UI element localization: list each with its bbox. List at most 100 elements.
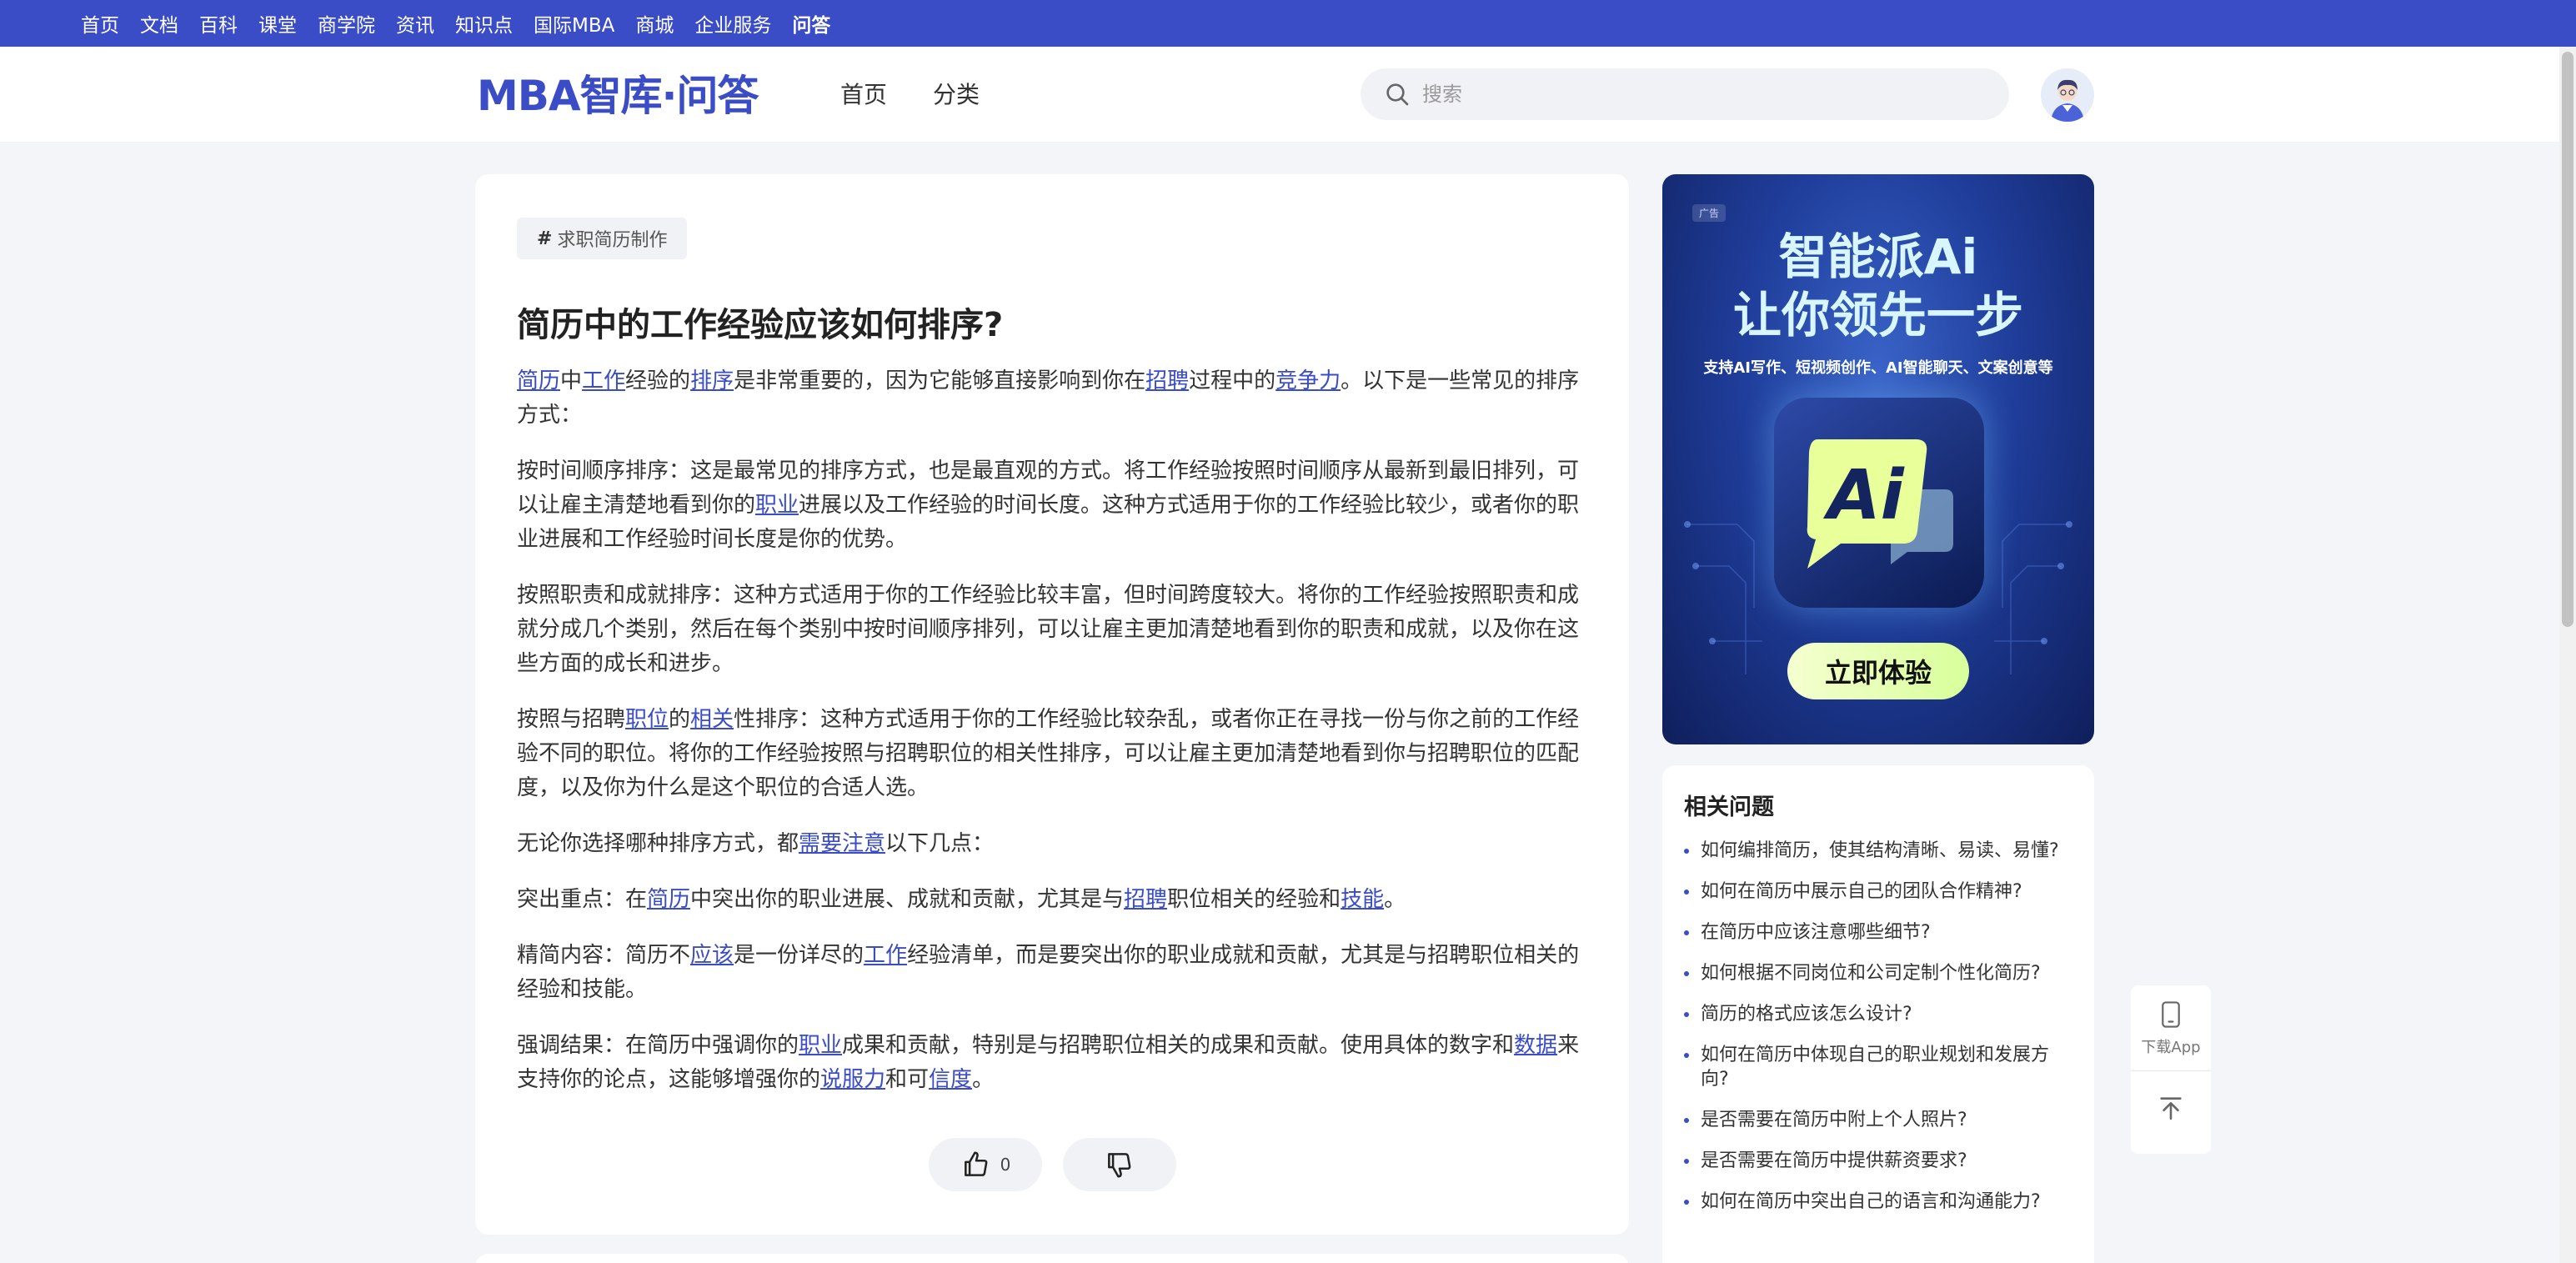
- back-to-top-button[interactable]: [2131, 1094, 2211, 1125]
- keyword-link[interactable]: 简历: [647, 887, 690, 912]
- top-nav-item[interactable]: 问答: [792, 9, 830, 38]
- related-question-link[interactable]: 如何在简历中展示自己的团队合作精神?: [1684, 880, 2067, 904]
- thumbs-down-icon: [1108, 1153, 1131, 1178]
- nav-category-link[interactable]: 分类: [933, 77, 980, 110]
- top-nav-item[interactable]: 商城: [635, 9, 674, 38]
- scrollbar-thumb[interactable]: [2562, 52, 2573, 627]
- keyword-link[interactable]: 数据: [1514, 1033, 1557, 1058]
- ad-subtitle: 支持AI写作、短视频创作、AI智能聊天、文案创意等: [1703, 359, 2053, 377]
- arrow-up-to-top-icon: [2160, 1097, 2182, 1120]
- search-box[interactable]: [1361, 68, 2009, 120]
- related-question-link[interactable]: 在简历中应该注意哪些细节?: [1684, 920, 2067, 945]
- keyword-link[interactable]: 职业: [799, 1033, 842, 1058]
- top-site-nav: 首页 文档 百科 课堂 商学院 资讯 知识点 国际MBA 商城 企业服务 问答: [81, 0, 851, 47]
- user-avatar[interactable]: [2041, 68, 2094, 122]
- question-tag[interactable]: # 求职简历制作: [517, 218, 688, 259]
- keyword-link[interactable]: 招聘: [1145, 368, 1189, 393]
- question-tag-label: 求职简历制作: [557, 230, 668, 251]
- main-nav: 首页 分类: [840, 77, 1025, 110]
- answer-text: 精简内容：简历不: [517, 943, 691, 968]
- related-question-link[interactable]: 如何在简历中体现自己的职业规划和发展方向?: [1684, 1043, 2067, 1091]
- top-nav-item[interactable]: 百科: [199, 9, 238, 38]
- top-nav-item[interactable]: 商学院: [318, 9, 375, 38]
- answer-paragraph: 按时间顺序排序：这是最常见的排序方式，也是最直观的方式。将工作经验按照时间顺序从…: [517, 454, 1587, 557]
- answer-text: 强调结果：在简历中强调你的: [517, 1033, 799, 1058]
- answer-text: 是一份详尽的: [734, 943, 865, 968]
- keyword-link[interactable]: 招聘: [1124, 887, 1167, 912]
- answer-paragraph: 按照与招聘职位的相关性排序：这种方式适用于你的工作经验比较杂乱，或者你正在寻找一…: [517, 703, 1587, 805]
- ai-chat-bubble-icon: Ai: [1807, 439, 1953, 569]
- ai-icon-text: Ai: [1822, 456, 1905, 535]
- top-nav-item[interactable]: 文档: [140, 9, 178, 38]
- related-question-link[interactable]: 是否需要在简历中提供薪资要求?: [1684, 1149, 2067, 1173]
- user-avatar-icon: [2041, 68, 2094, 122]
- keyword-link[interactable]: 职业: [755, 493, 799, 518]
- keyword-link[interactable]: 排序: [690, 368, 734, 393]
- ad-label: 广告: [1692, 204, 1727, 222]
- keyword-link[interactable]: 信度: [929, 1067, 972, 1092]
- answer-paragraph: 精简内容：简历不应该是一份详尽的工作经验清单，而是要突出你的职业成就和贡献，尤其…: [517, 939, 1587, 1007]
- site-logo[interactable]: MBA智库·问答: [477, 68, 759, 120]
- top-nav-item[interactable]: 首页: [81, 9, 119, 38]
- page-header: [0, 47, 2576, 142]
- keyword-link[interactable]: 简历: [517, 368, 560, 393]
- top-nav-item[interactable]: 企业服务: [694, 9, 771, 38]
- keyword-link[interactable]: 工作: [582, 368, 625, 393]
- ad-banner[interactable]: 广告 智能派Ai 让你领先一步 支持AI写作、短视频创作、AI智能聊天、文案创意…: [1662, 174, 2094, 744]
- ad-title-line1: 智能派Ai: [1778, 228, 1978, 285]
- top-nav-item[interactable]: 国际MBA: [534, 9, 614, 38]
- related-title: 相关问题: [1684, 794, 1774, 820]
- keyword-link[interactable]: 工作: [864, 943, 907, 968]
- download-app-button[interactable]: 下载App: [2131, 1000, 2211, 1057]
- answer-text: 。: [1384, 887, 1406, 912]
- answer-text: 中: [560, 368, 583, 393]
- answer-text: 按照与招聘: [517, 707, 626, 732]
- answer-text: 职位相关的经验和: [1167, 887, 1341, 912]
- keyword-link[interactable]: 应该: [690, 943, 734, 968]
- search-icon[interactable]: [1384, 81, 1411, 108]
- keyword-link[interactable]: 说服力: [820, 1067, 885, 1092]
- answer-body: 简历中工作经验的排序是非常重要的，因为它能够直接影响到你在招聘过程中的竞争力。以…: [517, 364, 1587, 1119]
- related-question-link[interactable]: 简历的格式应该怎么设计?: [1684, 1002, 2067, 1026]
- download-app-label: 下载App: [2141, 1039, 2201, 1056]
- like-count: 0: [1000, 1155, 1011, 1175]
- thumbs-up-icon: [964, 1151, 988, 1176]
- ad-title-line2: 让你领先一步: [1732, 287, 2023, 343]
- keyword-link[interactable]: 相关: [690, 707, 734, 732]
- top-nav-item[interactable]: 资讯: [396, 9, 434, 38]
- related-question-link[interactable]: 是否需要在简历中附上个人照片?: [1684, 1108, 2067, 1132]
- nav-home-link[interactable]: 首页: [840, 77, 887, 110]
- ad-cta-button[interactable]: 立即体验: [1787, 643, 1969, 699]
- hash-icon: #: [537, 228, 553, 249]
- related-list: 如何编排简历，使其结构清晰、易读、易懂? 如何在简历中展示自己的团队合作精神? 在简…: [1684, 839, 2067, 1230]
- question-card: # 求职简历制作 简历中的工作经验应该如何排序? 简历中工作经验的排序是非常重要…: [475, 174, 1629, 1235]
- related-question-link[interactable]: 如何编排简历，使其结构清晰、易读、易懂?: [1684, 839, 2067, 863]
- search-input[interactable]: [1422, 83, 1956, 106]
- question-title: 简历中的工作经验应该如何排序?: [517, 306, 1004, 344]
- answer-text: 成果和贡献，特别是与招聘职位相关的成果和贡献。使用具体的数字和: [842, 1033, 1515, 1058]
- toolbar-divider: [2131, 1070, 2211, 1071]
- floating-toolbar: 下载App: [2131, 985, 2211, 1154]
- answer-text: 按照职责和成就排序：这种方式适用于你的工作经验比较丰富，但时间跨度较大。将你的工…: [517, 583, 1580, 676]
- answer-text: 和可: [885, 1067, 930, 1092]
- keyword-link[interactable]: 职位: [625, 707, 669, 732]
- like-button[interactable]: 0: [929, 1138, 1042, 1191]
- keyword-link[interactable]: 竞争力: [1275, 368, 1341, 393]
- answer-text: 无论你选择哪种排序方式，都: [517, 831, 799, 856]
- keyword-link[interactable]: 需要注意: [799, 831, 885, 856]
- answer-paragraph: 强调结果：在简历中强调你的职业成果和贡献，特别是与招聘职位相关的成果和贡献。使用…: [517, 1029, 1587, 1097]
- ai-app-icon: Ai: [1774, 398, 1984, 608]
- answer-text: 的: [669, 707, 691, 732]
- related-question-link[interactable]: 如何在简历中突出自己的语言和沟通能力?: [1684, 1190, 2067, 1214]
- answer-text: 以下几点：: [885, 831, 995, 856]
- answer-paragraph: 按照职责和成就排序：这种方式适用于你的工作经验比较丰富，但时间跨度较大。将你的工…: [517, 579, 1587, 681]
- answer-text: 过程中的: [1189, 368, 1276, 393]
- related-question-link[interactable]: 如何根据不同岗位和公司定制个性化简历?: [1684, 961, 2067, 985]
- top-nav-item[interactable]: 课堂: [258, 9, 297, 38]
- related-questions-panel: 相关问题 如何编排简历，使其结构清晰、易读、易懂? 如何在简历中展示自己的团队合作…: [1662, 765, 2094, 1263]
- top-nav-item[interactable]: 知识点: [455, 9, 513, 38]
- phone-icon: [2162, 1001, 2180, 1028]
- keyword-link[interactable]: 技能: [1341, 887, 1384, 912]
- answer-paragraph: 突出重点：在简历中突出你的职业进展、成就和贡献，尤其是与招聘职位相关的经验和技能…: [517, 883, 1587, 917]
- dislike-button[interactable]: [1063, 1138, 1176, 1191]
